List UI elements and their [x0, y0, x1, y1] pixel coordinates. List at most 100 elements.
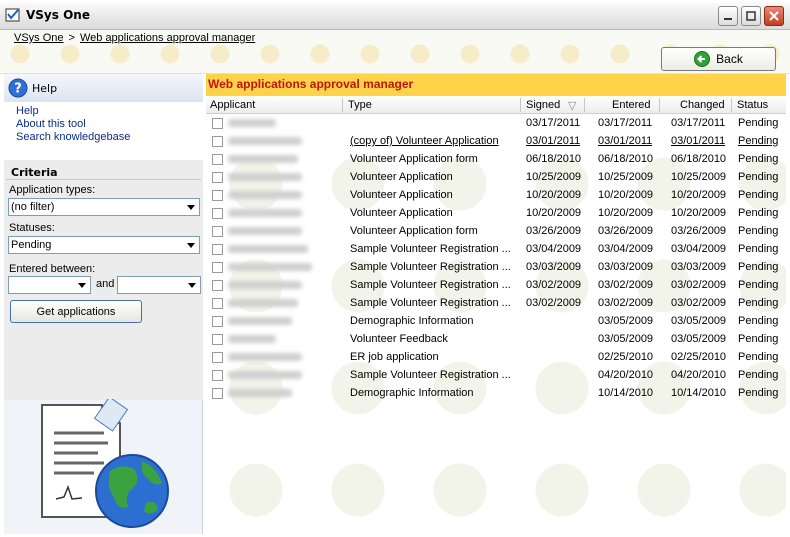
row-checkbox[interactable]: [212, 118, 223, 129]
row-changed-date[interactable]: 03/01/2011: [671, 135, 725, 147]
row-type: Volunteer Application: [350, 207, 453, 219]
breadcrumb-root-link[interactable]: VSys One: [14, 32, 64, 44]
row-changed-date: 10/20/2009: [671, 207, 727, 219]
entered-between-label: Entered between:: [9, 263, 96, 275]
row-entered-date: 03/05/2009: [598, 315, 654, 327]
row-checkbox[interactable]: [212, 172, 223, 183]
get-applications-button[interactable]: Get applications: [10, 300, 142, 323]
applicant-name-redacted: [228, 137, 302, 145]
row-checkbox[interactable]: [212, 208, 223, 219]
table-row[interactable]: Volunteer Application 10/20/2009 10/20/200…: [206, 186, 786, 204]
row-checkbox[interactable]: [212, 370, 223, 381]
table-row[interactable]: 03/17/2011 03/17/2011 03/17/2011 Pending: [206, 114, 786, 132]
row-checkbox[interactable]: [212, 352, 223, 363]
row-type: Sample Volunteer Registration ...: [350, 261, 511, 273]
row-status: Pending: [738, 333, 779, 345]
breadcrumb-current-link[interactable]: Web applications approval manager: [80, 32, 255, 44]
row-status: Pending: [738, 153, 779, 165]
search-knowledgebase-link[interactable]: Search knowledgebase: [16, 131, 203, 144]
table-row[interactable]: (copy of) Volunteer Application 03/01/201…: [206, 132, 786, 150]
statuses-select[interactable]: Pending: [8, 236, 200, 254]
minimize-icon: [724, 18, 732, 20]
row-signed-date[interactable]: 03/01/2011: [526, 135, 580, 147]
applicant-name-redacted: [228, 353, 302, 361]
row-entered-date[interactable]: 03/01/2011: [598, 135, 652, 147]
table-row[interactable]: Volunteer Application 10/25/2009 10/25/200…: [206, 168, 786, 186]
table-row[interactable]: Sample Volunteer Registration ... 03/04/2…: [206, 240, 786, 258]
row-type: Demographic Information: [350, 315, 474, 327]
document-globe-icon: [41, 399, 169, 528]
row-checkbox[interactable]: [212, 154, 223, 165]
row-signed-date: 03/03/2009: [526, 261, 582, 273]
row-entered-date: 10/25/2009: [598, 171, 654, 183]
column-signed[interactable]: Signed: [526, 99, 560, 111]
table-row[interactable]: Sample Volunteer Registration ... 04/20/2…: [206, 366, 786, 384]
row-changed-date: 06/18/2010: [671, 153, 727, 165]
sidebar: ? Help Help About this tool Search knowl…: [4, 74, 203, 534]
column-entered[interactable]: Entered: [612, 99, 651, 111]
entered-from-date[interactable]: [8, 276, 91, 294]
row-checkbox[interactable]: [212, 316, 223, 327]
table-row[interactable]: Sample Volunteer Registration ... 03/02/2…: [206, 276, 786, 294]
window-title: VSys One: [26, 8, 90, 22]
entered-to-date[interactable]: [117, 276, 201, 294]
row-checkbox[interactable]: [212, 262, 223, 273]
row-changed-date: 03/17/2011: [671, 117, 726, 129]
row-type: Sample Volunteer Registration ...: [350, 297, 511, 309]
row-checkbox[interactable]: [212, 388, 223, 399]
table-row[interactable]: Volunteer Application 10/20/2009 10/20/200…: [206, 204, 786, 222]
table-row[interactable]: Demographic Information 10/14/2010 10/14/2…: [206, 384, 786, 402]
minimize-button[interactable]: [718, 6, 738, 26]
table-row[interactable]: Sample Volunteer Registration ... 03/03/2…: [206, 258, 786, 276]
row-checkbox[interactable]: [212, 136, 223, 147]
applicant-name-redacted: [228, 371, 302, 379]
application-types-select[interactable]: (no filter): [8, 198, 200, 216]
column-applicant[interactable]: Applicant: [210, 99, 255, 111]
row-entered-date: 03/02/2009: [598, 297, 654, 309]
table-row[interactable]: Volunteer Application form 03/26/2009 03/2…: [206, 222, 786, 240]
row-checkbox[interactable]: [212, 190, 223, 201]
row-entered-date: 03/02/2009: [598, 279, 654, 291]
table-row[interactable]: ER job application 02/25/2010 02/25/2010 Pe…: [206, 348, 786, 366]
row-type: ER job application: [350, 351, 439, 363]
row-status: Pending: [738, 225, 779, 237]
table-row[interactable]: Volunteer Feedback 03/05/2009 03/05/2009 Pe…: [206, 330, 786, 348]
applicant-name-redacted: [228, 245, 308, 253]
table-row[interactable]: Volunteer Application form 06/18/2010 06/1…: [206, 150, 786, 168]
row-changed-date: 03/03/2009: [671, 261, 727, 273]
row-status: Pending: [738, 189, 779, 201]
row-checkbox[interactable]: [212, 298, 223, 309]
row-checkbox[interactable]: [212, 244, 223, 255]
table-row[interactable]: Demographic Information 03/05/2009 03/05/2…: [206, 312, 786, 330]
header-band: VSys One > Web applications approval manag…: [0, 30, 790, 74]
row-changed-date: 02/25/2010: [671, 351, 727, 363]
row-status: Pending: [738, 207, 779, 219]
help-header: ? Help: [4, 74, 203, 102]
row-type[interactable]: (copy of) Volunteer Application: [350, 135, 516, 147]
column-status[interactable]: Status: [737, 99, 768, 111]
table-row[interactable]: Sample Volunteer Registration ... 03/02/2…: [206, 294, 786, 312]
row-status: Pending: [738, 171, 779, 183]
close-button[interactable]: [764, 6, 784, 26]
row-status[interactable]: Pending: [738, 135, 778, 147]
applicant-name-redacted: [228, 299, 298, 307]
row-status: Pending: [738, 351, 779, 363]
statuses-label: Statuses:: [9, 222, 55, 234]
column-changed[interactable]: Changed: [680, 99, 725, 111]
row-entered-date: 03/03/2009: [598, 261, 654, 273]
row-type: Sample Volunteer Registration ...: [350, 369, 511, 381]
column-type[interactable]: Type: [348, 99, 372, 111]
row-checkbox[interactable]: [212, 280, 223, 291]
row-checkbox[interactable]: [212, 226, 223, 237]
help-icon: ?: [8, 78, 28, 98]
row-status: Pending: [738, 243, 779, 255]
row-changed-date: 03/02/2009: [671, 297, 727, 309]
help-link[interactable]: Help: [16, 105, 203, 118]
applicant-name-redacted: [228, 263, 312, 271]
about-link[interactable]: About this tool: [16, 118, 203, 131]
row-checkbox[interactable]: [212, 334, 223, 345]
maximize-button[interactable]: [741, 6, 761, 26]
back-button[interactable]: Back: [661, 47, 776, 71]
row-changed-date: 10/20/2009: [671, 189, 727, 201]
row-type: Volunteer Application: [350, 189, 453, 201]
